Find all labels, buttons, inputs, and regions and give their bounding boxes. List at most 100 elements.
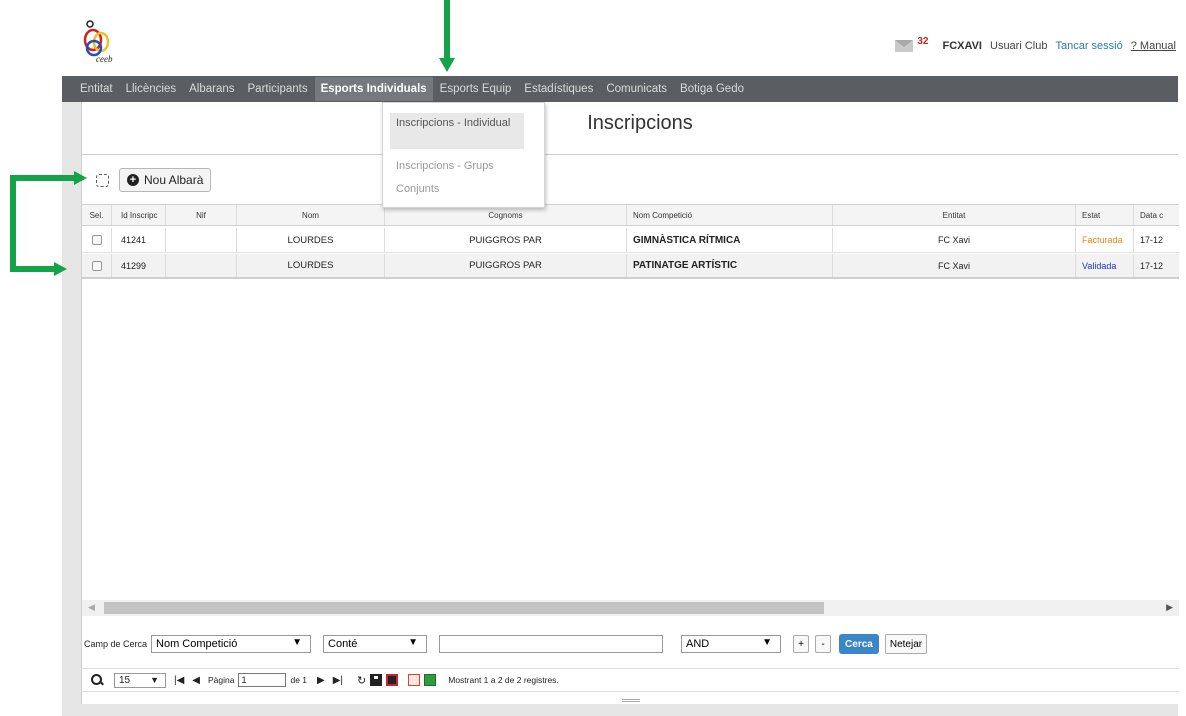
page-label: Pàgina bbox=[208, 675, 235, 685]
col-cognoms[interactable]: Cognoms bbox=[385, 205, 627, 225]
mail-count-badge[interactable]: 32 bbox=[917, 36, 928, 47]
nav-albarans[interactable]: Albarans bbox=[189, 83, 234, 95]
page-number-input[interactable]: 1 bbox=[238, 673, 287, 687]
cell-competicio: GIMNÀSTICA RÍTMICA bbox=[627, 228, 833, 252]
grid-toolbar: + Nou Albarà bbox=[96, 168, 212, 192]
pdf-icon[interactable] bbox=[408, 674, 421, 686]
page-size-select[interactable]: 15 ▼ bbox=[114, 672, 166, 688]
annotation-arrow-shaft bbox=[444, 0, 450, 60]
menu-item-conjunts[interactable]: Conjunts bbox=[396, 183, 439, 195]
new-albara-button[interactable]: + Nou Albarà bbox=[119, 168, 212, 192]
new-albara-label: Nou Albarà bbox=[144, 173, 204, 187]
col-data[interactable]: Data c bbox=[1134, 205, 1179, 225]
chevron-down-icon: ▼ bbox=[150, 675, 159, 685]
mail-icon[interactable] bbox=[895, 40, 914, 52]
search-input[interactable] bbox=[439, 635, 664, 653]
nav-estadistiques[interactable]: Estadístiques bbox=[524, 83, 593, 95]
search-field-label: Camp de Cerca bbox=[84, 639, 148, 649]
nav-esports-individuals[interactable]: Esports Individuals bbox=[314, 77, 433, 101]
cell-nif bbox=[166, 254, 237, 277]
annotation-bracket-top bbox=[10, 175, 76, 181]
search-field-value: Nom Competició bbox=[156, 638, 238, 650]
prev-page-icon[interactable]: ◀ bbox=[192, 675, 200, 686]
row-checkbox[interactable] bbox=[91, 235, 102, 245]
clear-button[interactable]: Netejar bbox=[884, 634, 928, 654]
cell-cognoms: PUIGGROS PAR bbox=[385, 228, 627, 252]
excel-icon[interactable] bbox=[424, 674, 437, 686]
cell-nom: LOURDES bbox=[237, 254, 385, 277]
cell-entitat: FC Xavi bbox=[833, 254, 1076, 277]
search-operator-select[interactable]: Conté ▼ bbox=[323, 635, 428, 653]
user-role: Usuari Club bbox=[990, 40, 1048, 52]
search-icon[interactable] bbox=[90, 673, 104, 687]
col-nom[interactable]: Nom bbox=[237, 205, 385, 225]
select-all-checkbox[interactable] bbox=[96, 173, 109, 187]
last-page-icon[interactable]: ▶| bbox=[333, 675, 343, 686]
status-badge: Validada bbox=[1076, 254, 1134, 277]
content-frame: Inscripcions + Nou Albarà Sel. Id Inscri… bbox=[62, 102, 1179, 716]
pager: 15 ▼ |◀ ◀ Pàgina 1 de 1 ▶ ▶| ↻ Mostrant … bbox=[82, 668, 1179, 692]
annotation-arrowhead bbox=[74, 171, 87, 185]
next-page-icon[interactable]: ▶ bbox=[317, 675, 325, 686]
menu-item-inscripcions-grups[interactable]: Inscripcions - Grups bbox=[396, 160, 494, 172]
first-page-icon[interactable]: |◀ bbox=[174, 675, 184, 686]
search-bar: Camp de Cerca Nom Competició ▼ Conté ▼ A… bbox=[82, 622, 1179, 666]
plus-circle-icon: + bbox=[127, 174, 139, 186]
search-logic-select[interactable]: AND ▼ bbox=[681, 635, 782, 653]
chevron-down-icon: ▼ bbox=[762, 637, 773, 648]
pager-info: Mostrant 1 a 2 de 2 registres. bbox=[448, 675, 559, 685]
nav-comunicats[interactable]: Comunicats bbox=[606, 83, 667, 95]
nav-llicencies[interactable]: Llicències bbox=[126, 83, 177, 95]
col-id[interactable]: Id Inscripc bbox=[112, 205, 166, 225]
search-operator-value: Conté bbox=[328, 638, 358, 650]
scroll-right-icon[interactable]: ▶ bbox=[1166, 602, 1173, 613]
page: ceeb 32 FCXAVI Usuari Club Tancar sessió… bbox=[0, 0, 1186, 716]
cell-nom: LOURDES bbox=[237, 228, 385, 252]
divider bbox=[82, 154, 1178, 155]
cell-nif bbox=[166, 228, 237, 252]
main-nav: Entitat Llicències Albarans Participants… bbox=[62, 76, 1178, 102]
scrollbar-thumb[interactable] bbox=[104, 602, 824, 614]
row-select-cell bbox=[82, 228, 112, 252]
scroll-left-icon[interactable]: ◀ bbox=[88, 602, 95, 613]
col-nif[interactable]: Nif bbox=[166, 205, 237, 225]
table-row[interactable]: 41299 LOURDES PUIGGROS PAR PATINATGE ART… bbox=[82, 254, 1179, 279]
col-entitat[interactable]: Entitat bbox=[833, 205, 1076, 225]
row-select-cell bbox=[82, 254, 112, 277]
col-sel[interactable]: Sel. bbox=[82, 205, 112, 225]
menu-item-inscripcions-individual[interactable]: Inscripcions - Individual bbox=[390, 113, 524, 149]
save-all-icon[interactable] bbox=[386, 674, 399, 686]
annotation-arrowhead bbox=[439, 58, 455, 72]
nav-esports-equip[interactable]: Esports Equip bbox=[440, 83, 512, 95]
nav-participants[interactable]: Participants bbox=[248, 83, 308, 95]
annotation-arrowhead bbox=[54, 262, 67, 276]
user-code: FCXAVI bbox=[942, 40, 982, 52]
cell-entitat: FC Xavi bbox=[833, 228, 1076, 252]
esports-individuals-menu: Inscripcions - Individual Inscripcions -… bbox=[382, 102, 545, 208]
col-competicio[interactable]: Nom Competició bbox=[627, 205, 833, 225]
col-estat[interactable]: Estat bbox=[1076, 205, 1134, 225]
cell-cognoms: PUIGGROS PAR bbox=[385, 254, 627, 277]
logo-text: ceeb bbox=[96, 54, 113, 64]
cell-id: 41299 bbox=[112, 254, 166, 277]
resize-grip[interactable] bbox=[622, 699, 640, 702]
row-checkbox[interactable] bbox=[91, 260, 102, 271]
table-row[interactable]: 41241 LOURDES PUIGGROS PAR GIMNÀSTICA RÍ… bbox=[82, 228, 1179, 253]
save-icon[interactable] bbox=[370, 674, 383, 686]
manual-link[interactable]: ? Manual bbox=[1131, 40, 1176, 52]
logout-link[interactable]: Tancar sessió bbox=[1055, 40, 1122, 52]
page-size-value: 15 bbox=[119, 674, 131, 686]
cell-id: 41241 bbox=[112, 228, 166, 252]
add-condition-button[interactable]: + bbox=[793, 635, 810, 653]
ceeb-logo-icon[interactable]: ceeb bbox=[80, 20, 120, 64]
horizontal-scrollbar[interactable]: ◀ ▶ bbox=[82, 600, 1179, 616]
search-field-select[interactable]: Nom Competició ▼ bbox=[151, 635, 312, 653]
search-button[interactable]: Cerca bbox=[839, 634, 879, 654]
annotation-bracket-bottom bbox=[10, 266, 56, 272]
grid-header: Sel. Id Inscripc Nif Nom Cognoms Nom Com… bbox=[82, 204, 1179, 226]
reload-icon[interactable]: ↻ bbox=[357, 674, 366, 687]
nav-entitat[interactable]: Entitat bbox=[80, 83, 113, 95]
inscripcions-panel: Inscripcions + Nou Albarà Sel. Id Inscri… bbox=[81, 102, 1179, 704]
nav-botiga-gedo[interactable]: Botiga Gedo bbox=[680, 83, 744, 95]
remove-condition-button[interactable]: - bbox=[815, 635, 832, 653]
